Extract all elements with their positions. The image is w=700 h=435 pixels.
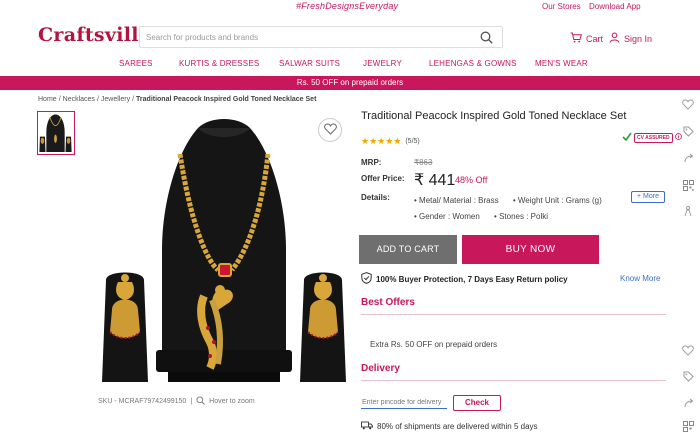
nav-kurtis-dresses[interactable]: KURTIS & DRESSES	[179, 59, 259, 68]
mrp-value: ₹863	[414, 158, 433, 167]
detail-item: • Weight Unit : Grams (g)	[512, 196, 602, 205]
nav-lehengas-gowns[interactable]: LEHENGAS & GOWNS	[429, 59, 517, 68]
discount-badge: 48% Off	[455, 175, 488, 185]
star-rating-icon: ★★★★★	[361, 136, 402, 146]
shipping-text: 80% of shipments are delivered within 5 …	[377, 422, 538, 431]
signin-button[interactable]: Sign In	[609, 32, 652, 45]
rail-share-icon-2[interactable]	[680, 398, 696, 409]
download-app-link[interactable]: Download App	[589, 2, 641, 11]
offer-item: Extra Rs. 50 OFF on prepaid orders	[370, 340, 498, 349]
top-strip: #FreshDesignsEveryday Our Stores Downloa…	[0, 0, 700, 14]
breadcrumb-separator: /	[58, 96, 61, 103]
add-to-cart-button[interactable]: ADD TO CART	[359, 235, 457, 264]
nav-sarees[interactable]: SAREES	[119, 59, 153, 68]
zoom-hint: Hover to zoom	[209, 398, 255, 405]
check-pincode-button[interactable]: Check	[453, 395, 501, 411]
detail-item: • Gender : Women	[414, 212, 480, 221]
protection-text: 100% Buyer Protection, 7 Days Easy Retur…	[376, 274, 568, 284]
promo-banner: Rs. 50 OFF on prepaid orders	[0, 76, 700, 90]
rail-qr-code-icon-2[interactable]	[680, 421, 696, 432]
signin-label: Sign In	[624, 33, 653, 44]
rail-offer-tag-icon-2[interactable]	[680, 371, 696, 382]
details-list: • Metal/ Material : Brass • Weight Unit …	[414, 193, 624, 225]
buyer-protection: 100% Buyer Protection, 7 Days Easy Retur…	[361, 272, 568, 286]
rail-qr-code-icon[interactable]	[680, 180, 696, 191]
assured-label: CV ASSURED	[634, 132, 673, 143]
section-divider	[361, 380, 666, 381]
rail-share-icon[interactable]	[680, 153, 696, 164]
detail-item: • Stones : Polki	[494, 212, 548, 221]
search-input[interactable]	[146, 30, 466, 45]
detail-item: • Metal/ Material : Brass	[414, 196, 499, 205]
shield-icon	[361, 272, 372, 286]
our-stores-link[interactable]: Our Stores	[542, 2, 581, 11]
user-icon	[609, 32, 620, 45]
cart-icon	[570, 32, 582, 45]
pincode-input[interactable]	[361, 396, 447, 409]
product-thumbnail[interactable]	[37, 111, 75, 155]
nav-salwar-suits[interactable]: SALWAR SUITS	[279, 59, 340, 68]
rating-text: (5/5)	[405, 138, 420, 145]
offer-price-label: Offer Price:	[361, 174, 405, 183]
breadcrumb-separator: /	[132, 96, 135, 103]
breadcrumb-separator: /	[96, 96, 99, 103]
more-details-button[interactable]: + More	[631, 191, 665, 203]
sku-text: SKU - MCRAF79742499150	[98, 398, 187, 405]
rail-wishlist-icon[interactable]	[680, 99, 696, 110]
mrp-label: MRP:	[361, 158, 382, 167]
zoom-icon	[196, 396, 206, 407]
category-nav: SAREES KURTIS & DRESSES SALWAR SUITS JEW…	[0, 57, 700, 74]
product-title: Traditional Peacock Inspired Gold Toned …	[361, 110, 627, 122]
section-divider	[361, 314, 666, 315]
rating: ★★★★★ (5/5)	[361, 136, 420, 147]
nav-jewelry[interactable]: JEWELRY	[363, 59, 402, 68]
offer-price: ₹ 441	[414, 172, 456, 189]
tagline: #FreshDesignsEveryday	[296, 1, 399, 11]
sku-line: SKU - MCRAF79742499150 | Hover to zoom	[98, 396, 255, 407]
breadcrumb-current: Traditional Peacock Inspired Gold Toned …	[136, 96, 317, 103]
search-bar	[139, 26, 503, 48]
breadcrumb: Home / Necklaces / Jewellery / Traditional Pea…	[38, 96, 316, 103]
logo[interactable]: Craftsvilla	[38, 24, 151, 46]
rail-size-icon[interactable]	[680, 206, 696, 217]
wishlist-button[interactable]	[318, 118, 342, 142]
breadcrumb-jewellery[interactable]: Jewellery	[101, 96, 130, 103]
sku-divider: |	[190, 398, 193, 405]
assured-badge: CV ASSURED	[622, 132, 682, 143]
rail-offer-tag-icon[interactable]	[680, 126, 696, 137]
cart-label: Cart	[586, 33, 604, 44]
nav-mens-wear[interactable]: MEN'S WEAR	[535, 59, 588, 68]
know-more-link[interactable]: Know More	[620, 274, 660, 283]
truck-icon	[361, 421, 373, 432]
heart-icon	[323, 122, 337, 138]
product-image[interactable]	[98, 110, 350, 390]
breadcrumb-home[interactable]: Home	[38, 96, 57, 103]
details-label: Details:	[361, 193, 390, 202]
shipping-note: 80% of shipments are delivered within 5 …	[361, 421, 538, 432]
search-icon[interactable]	[480, 31, 493, 46]
checkmark-icon	[622, 132, 632, 143]
delivery-title: Delivery	[361, 363, 400, 374]
best-offers-title: Best Offers	[361, 297, 415, 308]
buy-now-button[interactable]: BUY NOW	[462, 235, 599, 264]
rail-wishlist-icon-2[interactable]	[680, 345, 696, 356]
header: Craftsvilla Cart Sign In	[0, 18, 700, 56]
breadcrumb-necklaces[interactable]: Necklaces	[63, 96, 95, 103]
cart-button[interactable]: Cart	[570, 32, 603, 45]
